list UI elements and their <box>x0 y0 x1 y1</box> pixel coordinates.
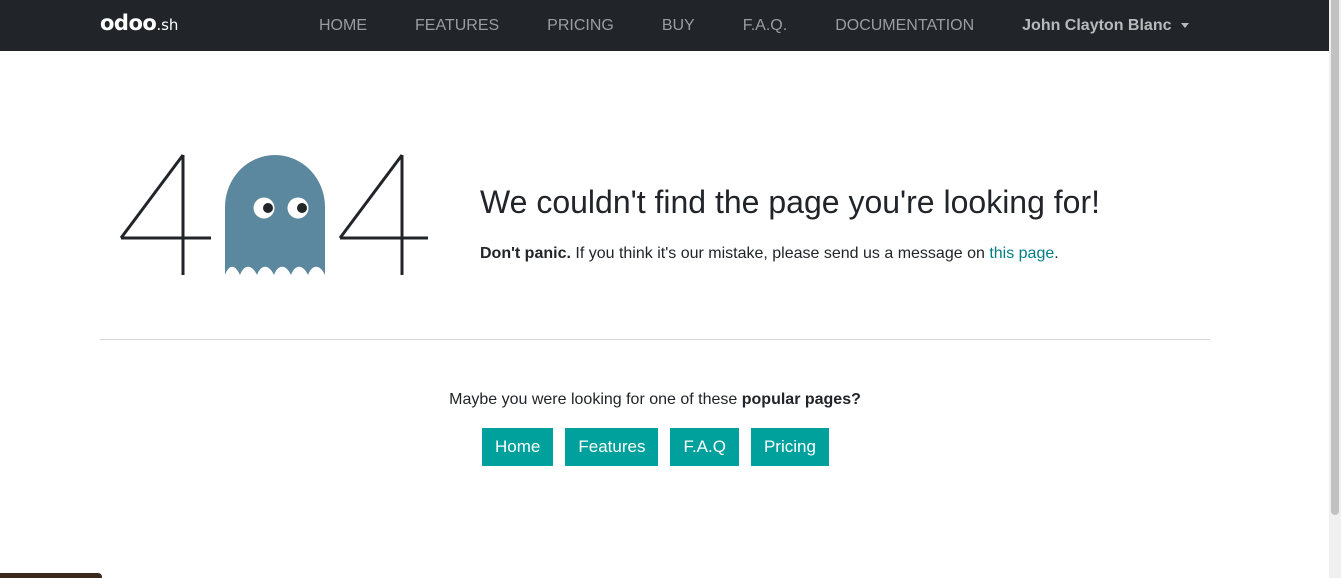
nav-menu: HOME FEATURES PRICING BUY F.A.Q. DOCUMEN… <box>319 0 1189 51</box>
pricing-button[interactable]: Pricing <box>750 428 829 466</box>
error-message: Don't panic. If you think it's our mista… <box>480 245 1059 263</box>
faq-button[interactable]: F.A.Q <box>670 428 739 466</box>
brand-main: odoo <box>100 11 157 35</box>
top-navbar: odoo.sh HOME FEATURES PRICING BUY F.A.Q.… <box>0 0 1329 51</box>
brand-suffix: .sh <box>156 16 179 34</box>
ghost-icon <box>225 155 325 275</box>
error-headline: We couldn't find the page you're looking… <box>480 184 1101 220</box>
section-divider <box>100 339 1210 340</box>
home-button[interactable]: Home <box>482 428 554 466</box>
nav-home[interactable]: HOME <box>319 17 367 35</box>
digit-four-right <box>338 154 428 275</box>
message-end: . <box>1054 245 1059 262</box>
user-name: John Clayton Blanc <box>1022 16 1172 34</box>
features-button[interactable]: Features <box>565 428 659 466</box>
user-menu-dropdown[interactable]: John Clayton Blanc <box>1022 16 1189 35</box>
panic-label: Don't panic. <box>480 245 571 262</box>
message-text: If you think it's our mistake, please se… <box>570 245 990 262</box>
vertical-scrollbar[interactable] <box>1329 0 1341 578</box>
popular-text-bold: popular pages? <box>741 391 861 408</box>
nav-faq[interactable]: F.A.Q. <box>743 17 787 35</box>
scrollbar-thumb[interactable] <box>1331 0 1339 515</box>
nav-pricing[interactable]: PRICING <box>547 17 614 35</box>
nav-features[interactable]: FEATURES <box>415 17 499 35</box>
popular-pages-prompt: Maybe you were looking for one of these … <box>0 391 1310 409</box>
bottom-widget-edge[interactable] <box>0 573 102 578</box>
nav-documentation[interactable]: DOCUMENTATION <box>835 17 974 35</box>
popular-text: Maybe you were looking for one of these <box>449 391 742 408</box>
digit-four-left <box>119 154 211 275</box>
contact-page-link[interactable]: this page <box>989 245 1054 262</box>
popular-pages-buttons: Home Features F.A.Q Pricing <box>482 428 841 466</box>
caret-down-icon <box>1180 23 1189 28</box>
odoo-sh-logo[interactable]: odoo.sh <box>100 11 178 37</box>
404-graphic <box>119 154 428 275</box>
nav-buy[interactable]: BUY <box>662 17 695 35</box>
page: odoo.sh HOME FEATURES PRICING BUY F.A.Q.… <box>0 0 1341 578</box>
